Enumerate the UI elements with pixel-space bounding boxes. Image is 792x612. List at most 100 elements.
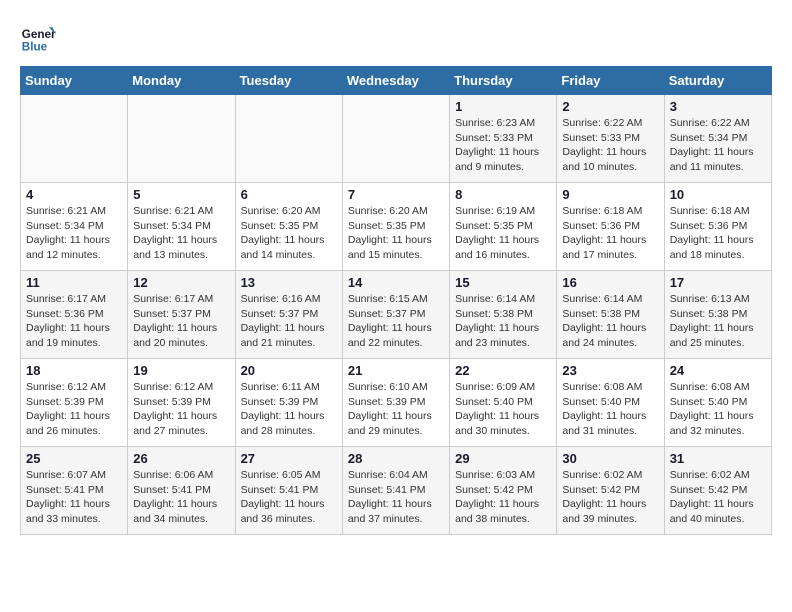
calendar-cell: 13 Sunrise: 6:16 AM Sunset: 5:37 PM Dayli… bbox=[235, 271, 342, 359]
day-detail: Sunrise: 6:04 AM Sunset: 5:41 PM Dayligh… bbox=[348, 468, 444, 527]
day-detail: Sunrise: 6:23 AM Sunset: 5:33 PM Dayligh… bbox=[455, 116, 551, 175]
day-number: 22 bbox=[455, 363, 551, 378]
day-detail: Sunrise: 6:12 AM Sunset: 5:39 PM Dayligh… bbox=[26, 380, 122, 439]
calendar-week-row: 4 Sunrise: 6:21 AM Sunset: 5:34 PM Daylig… bbox=[21, 183, 772, 271]
calendar-cell bbox=[128, 95, 235, 183]
calendar-cell: 10Sunrise: 6:18 AM Sunset: 5:36 PM Dayli… bbox=[664, 183, 771, 271]
calendar-cell: 23 Sunrise: 6:08 AM Sunset: 5:40 PM Dayli… bbox=[557, 359, 664, 447]
day-number: 27 bbox=[241, 451, 337, 466]
svg-text:General: General bbox=[22, 28, 56, 41]
day-detail: Sunrise: 6:21 AM Sunset: 5:34 PM Dayligh… bbox=[133, 204, 229, 263]
day-detail: Sunrise: 6:19 AM Sunset: 5:35 PM Dayligh… bbox=[455, 204, 551, 263]
day-number: 14 bbox=[348, 275, 444, 290]
day-number: 25 bbox=[26, 451, 122, 466]
day-detail: Sunrise: 6:20 AM Sunset: 5:35 PM Dayligh… bbox=[348, 204, 444, 263]
day-detail: Sunrise: 6:22 AM Sunset: 5:33 PM Dayligh… bbox=[562, 116, 658, 175]
day-number: 21 bbox=[348, 363, 444, 378]
day-detail: Sunrise: 6:08 AM Sunset: 5:40 PM Dayligh… bbox=[562, 380, 658, 439]
calendar-cell: 9Sunrise: 6:18 AM Sunset: 5:36 PM Daylig… bbox=[557, 183, 664, 271]
calendar-cell: 7 Sunrise: 6:20 AM Sunset: 5:35 PM Daylig… bbox=[342, 183, 449, 271]
day-detail: Sunrise: 6:21 AM Sunset: 5:34 PM Dayligh… bbox=[26, 204, 122, 263]
weekday-header: Tuesday bbox=[235, 67, 342, 95]
calendar-cell: 4 Sunrise: 6:21 AM Sunset: 5:34 PM Daylig… bbox=[21, 183, 128, 271]
day-number: 18 bbox=[26, 363, 122, 378]
day-detail: Sunrise: 6:16 AM Sunset: 5:37 PM Dayligh… bbox=[241, 292, 337, 351]
day-number: 24 bbox=[670, 363, 766, 378]
day-number: 30 bbox=[562, 451, 658, 466]
day-detail: Sunrise: 6:13 AM Sunset: 5:38 PM Dayligh… bbox=[670, 292, 766, 351]
calendar-cell bbox=[235, 95, 342, 183]
weekday-header: Monday bbox=[128, 67, 235, 95]
day-number: 19 bbox=[133, 363, 229, 378]
day-number: 2 bbox=[562, 99, 658, 114]
calendar-cell: 24Sunrise: 6:08 AM Sunset: 5:40 PM Dayli… bbox=[664, 359, 771, 447]
svg-text:Blue: Blue bbox=[22, 41, 48, 54]
day-number: 20 bbox=[241, 363, 337, 378]
calendar-week-row: 25Sunrise: 6:07 AM Sunset: 5:41 PM Dayli… bbox=[21, 447, 772, 535]
day-detail: Sunrise: 6:05 AM Sunset: 5:41 PM Dayligh… bbox=[241, 468, 337, 527]
day-detail: Sunrise: 6:10 AM Sunset: 5:39 PM Dayligh… bbox=[348, 380, 444, 439]
calendar-week-row: 1 Sunrise: 6:23 AM Sunset: 5:33 PM Daylig… bbox=[21, 95, 772, 183]
day-detail: Sunrise: 6:02 AM Sunset: 5:42 PM Dayligh… bbox=[562, 468, 658, 527]
day-number: 15 bbox=[455, 275, 551, 290]
day-detail: Sunrise: 6:06 AM Sunset: 5:41 PM Dayligh… bbox=[133, 468, 229, 527]
calendar-cell: 2 Sunrise: 6:22 AM Sunset: 5:33 PM Daylig… bbox=[557, 95, 664, 183]
day-number: 8 bbox=[455, 187, 551, 202]
day-number: 4 bbox=[26, 187, 122, 202]
calendar-cell: 16 Sunrise: 6:14 AM Sunset: 5:38 PM Dayli… bbox=[557, 271, 664, 359]
calendar-cell: 28 Sunrise: 6:04 AM Sunset: 5:41 PM Dayli… bbox=[342, 447, 449, 535]
calendar-cell: 11 Sunrise: 6:17 AM Sunset: 5:36 PM Dayli… bbox=[21, 271, 128, 359]
day-detail: Sunrise: 6:12 AM Sunset: 5:39 PM Dayligh… bbox=[133, 380, 229, 439]
day-detail: Sunrise: 6:14 AM Sunset: 5:38 PM Dayligh… bbox=[455, 292, 551, 351]
day-detail: Sunrise: 6:15 AM Sunset: 5:37 PM Dayligh… bbox=[348, 292, 444, 351]
day-number: 6 bbox=[241, 187, 337, 202]
calendar-cell: 30 Sunrise: 6:02 AM Sunset: 5:42 PM Dayli… bbox=[557, 447, 664, 535]
day-detail: Sunrise: 6:17 AM Sunset: 5:37 PM Dayligh… bbox=[133, 292, 229, 351]
day-number: 31 bbox=[670, 451, 766, 466]
calendar-cell: 20Sunrise: 6:11 AM Sunset: 5:39 PM Dayli… bbox=[235, 359, 342, 447]
day-number: 26 bbox=[133, 451, 229, 466]
day-detail: Sunrise: 6:14 AM Sunset: 5:38 PM Dayligh… bbox=[562, 292, 658, 351]
day-number: 12 bbox=[133, 275, 229, 290]
calendar-week-row: 18 Sunrise: 6:12 AM Sunset: 5:39 PM Dayli… bbox=[21, 359, 772, 447]
day-detail: Sunrise: 6:03 AM Sunset: 5:42 PM Dayligh… bbox=[455, 468, 551, 527]
day-number: 23 bbox=[562, 363, 658, 378]
calendar-cell: 6 Sunrise: 6:20 AM Sunset: 5:35 PM Daylig… bbox=[235, 183, 342, 271]
day-detail: Sunrise: 6:09 AM Sunset: 5:40 PM Dayligh… bbox=[455, 380, 551, 439]
calendar-cell: 3Sunrise: 6:22 AM Sunset: 5:34 PM Daylig… bbox=[664, 95, 771, 183]
calendar-cell: 18 Sunrise: 6:12 AM Sunset: 5:39 PM Dayli… bbox=[21, 359, 128, 447]
calendar-cell: 27 Sunrise: 6:05 AM Sunset: 5:41 PM Dayli… bbox=[235, 447, 342, 535]
day-number: 28 bbox=[348, 451, 444, 466]
weekday-header: Wednesday bbox=[342, 67, 449, 95]
day-detail: Sunrise: 6:20 AM Sunset: 5:35 PM Dayligh… bbox=[241, 204, 337, 263]
calendar-cell: 15 Sunrise: 6:14 AM Sunset: 5:38 PM Dayli… bbox=[450, 271, 557, 359]
day-number: 16 bbox=[562, 275, 658, 290]
day-number: 13 bbox=[241, 275, 337, 290]
day-number: 11 bbox=[26, 275, 122, 290]
calendar-cell: 29 Sunrise: 6:03 AM Sunset: 5:42 PM Dayli… bbox=[450, 447, 557, 535]
calendar-cell: 14 Sunrise: 6:15 AM Sunset: 5:37 PM Dayli… bbox=[342, 271, 449, 359]
logo: General Blue bbox=[20, 20, 62, 56]
day-number: 5 bbox=[133, 187, 229, 202]
day-number: 9 bbox=[562, 187, 658, 202]
weekday-header: Friday bbox=[557, 67, 664, 95]
calendar-cell: 17Sunrise: 6:13 AM Sunset: 5:38 PM Dayli… bbox=[664, 271, 771, 359]
calendar-cell: 1 Sunrise: 6:23 AM Sunset: 5:33 PM Daylig… bbox=[450, 95, 557, 183]
day-detail: Sunrise: 6:17 AM Sunset: 5:36 PM Dayligh… bbox=[26, 292, 122, 351]
calendar-cell: 8 Sunrise: 6:19 AM Sunset: 5:35 PM Daylig… bbox=[450, 183, 557, 271]
calendar-cell bbox=[342, 95, 449, 183]
day-number: 29 bbox=[455, 451, 551, 466]
calendar-cell bbox=[21, 95, 128, 183]
weekday-header: Thursday bbox=[450, 67, 557, 95]
calendar-table: SundayMondayTuesdayWednesdayThursdayFrid… bbox=[20, 66, 772, 535]
day-number: 1 bbox=[455, 99, 551, 114]
logo-icon: General Blue bbox=[20, 20, 56, 56]
calendar-cell: 5 Sunrise: 6:21 AM Sunset: 5:34 PM Daylig… bbox=[128, 183, 235, 271]
calendar-cell: 12 Sunrise: 6:17 AM Sunset: 5:37 PM Dayli… bbox=[128, 271, 235, 359]
day-number: 7 bbox=[348, 187, 444, 202]
calendar-header-row: SundayMondayTuesdayWednesdayThursdayFrid… bbox=[21, 67, 772, 95]
calendar-cell: 26 Sunrise: 6:06 AM Sunset: 5:41 PM Dayli… bbox=[128, 447, 235, 535]
weekday-header: Saturday bbox=[664, 67, 771, 95]
day-number: 10 bbox=[670, 187, 766, 202]
calendar-cell: 31Sunrise: 6:02 AM Sunset: 5:42 PM Dayli… bbox=[664, 447, 771, 535]
